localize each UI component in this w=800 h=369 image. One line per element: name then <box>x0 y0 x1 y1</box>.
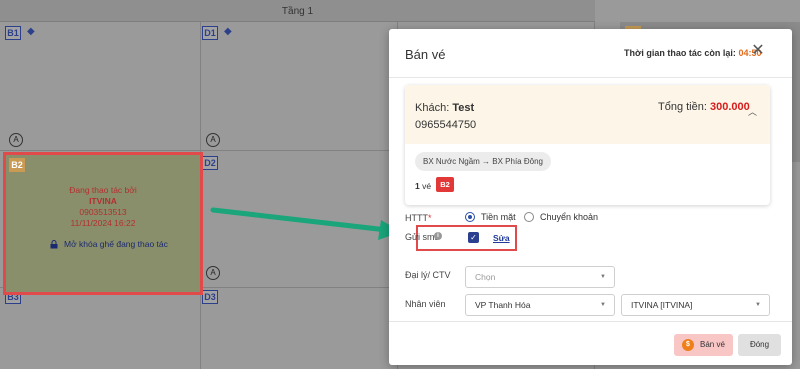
info-icon[interactable]: i <box>434 232 442 240</box>
lock-phone: 0903513513 <box>79 207 127 217</box>
sell-ticket-label: Bán vé <box>700 340 725 349</box>
office-select-value: VP Thanh Hóa <box>475 300 531 310</box>
route-chip: BX Nước Ngầm → BX Phía Đông <box>415 152 551 171</box>
seat-b1[interactable]: B1 <box>5 26 21 40</box>
sell-ticket-button[interactable]: $ Bán vé <box>674 334 733 356</box>
ticket-count: 1 vé <box>415 181 431 191</box>
agent-label: Đại lý/ CTV <box>405 270 451 280</box>
ticket-count-unit: vé <box>422 181 432 191</box>
required-mark: * <box>428 213 432 223</box>
customer-line: Khách: Test <box>415 102 474 114</box>
seat-marker-a: A <box>9 133 23 147</box>
seat-d1[interactable]: D1 <box>202 26 218 40</box>
timer-label: Thời gian thao tác còn lại: <box>624 48 736 58</box>
sell-ticket-modal: Bán vé Thời gian thao tác còn lại: 04:50… <box>389 29 792 365</box>
seat-marker-a: A <box>206 266 220 280</box>
dollar-coin-icon: $ <box>682 339 694 351</box>
lock-time: 11/11/2024 16:22 <box>70 218 136 228</box>
total-value: 300.000 <box>709 101 750 113</box>
payment-cash-radio[interactable] <box>465 212 475 222</box>
total-line: Tổng tiền: 300.000 <box>658 101 750 113</box>
staff-select[interactable]: ITVINA [ITVINA] ▼ <box>621 294 770 316</box>
pointer-arrow <box>210 207 401 240</box>
agent-select-value: Chọn <box>475 272 496 282</box>
payment-label: HTTT* <box>405 213 432 223</box>
lock-info: Đang thao tác bởi ITVINA 0903513513 11/1… <box>6 185 200 229</box>
diamond-icon: ◆ <box>224 26 232 37</box>
floor-title: Tầng 1 <box>281 6 314 17</box>
lock-line-1: Đang thao tác bởi <box>69 185 137 195</box>
seat-d3[interactable]: D3 <box>202 290 218 304</box>
customer-name: Test <box>452 102 475 114</box>
lock-user: ITVINA <box>89 196 117 206</box>
lock-icon <box>50 240 58 249</box>
sms-edit-link[interactable]: Sửa <box>493 233 510 243</box>
divider <box>389 77 792 78</box>
ticket-count-number: 1 <box>415 181 420 191</box>
locked-seat-b2[interactable]: B2 Đang thao tác bởi ITVINA 0903513513 1… <box>3 152 203 295</box>
close-icon[interactable]: ✕ <box>751 43 765 59</box>
payment-cash-label[interactable]: Tiền mặt <box>481 212 516 222</box>
floor-header: Tầng 1 <box>0 0 595 22</box>
timer-display: Thời gian thao tác còn lại: 04:50 <box>624 48 761 58</box>
seat-d2[interactable]: D2 <box>202 156 218 170</box>
staff-label: Nhân viên <box>405 299 446 309</box>
diamond-icon: ◆ <box>27 26 35 37</box>
total-label: Tổng tiền: <box>658 101 707 113</box>
staff-select-value: ITVINA [ITVINA] <box>631 300 693 310</box>
order-summary-card: Khách: Test 0965544750 Tổng tiền: 300.00… <box>405 85 770 205</box>
caret-down-icon: ▼ <box>600 302 606 308</box>
unlock-seat-link[interactable]: Mở khóa ghế đang thao tác <box>50 239 168 249</box>
seat-badge: B2 <box>436 177 454 192</box>
caret-down-icon: ▼ <box>755 302 761 308</box>
seat-b2-code: B2 <box>9 158 25 172</box>
caret-down-icon: ▼ <box>600 274 606 280</box>
office-select[interactable]: VP Thanh Hóa ▼ <box>465 294 615 316</box>
close-button[interactable]: Đóng <box>738 334 781 356</box>
modal-title: Bán vé <box>405 47 446 62</box>
chevron-up-icon[interactable]: ︿ <box>748 105 757 118</box>
unlock-label: Mở khóa ghế đang thao tác <box>64 239 168 249</box>
seat-marker-a: A <box>206 133 220 147</box>
sms-checkbox[interactable]: ✓ <box>468 232 479 243</box>
customer-label: Khách: <box>415 102 450 114</box>
divider <box>389 321 792 322</box>
customer-phone: 0965544750 <box>415 119 477 131</box>
payment-label-text: HTTT <box>405 213 428 223</box>
payment-transfer-label[interactable]: Chuyển khoản <box>540 212 598 222</box>
payment-transfer-radio[interactable] <box>524 212 534 222</box>
agent-select[interactable]: Chọn ▼ <box>465 266 615 288</box>
order-summary-header[interactable] <box>405 85 770 144</box>
